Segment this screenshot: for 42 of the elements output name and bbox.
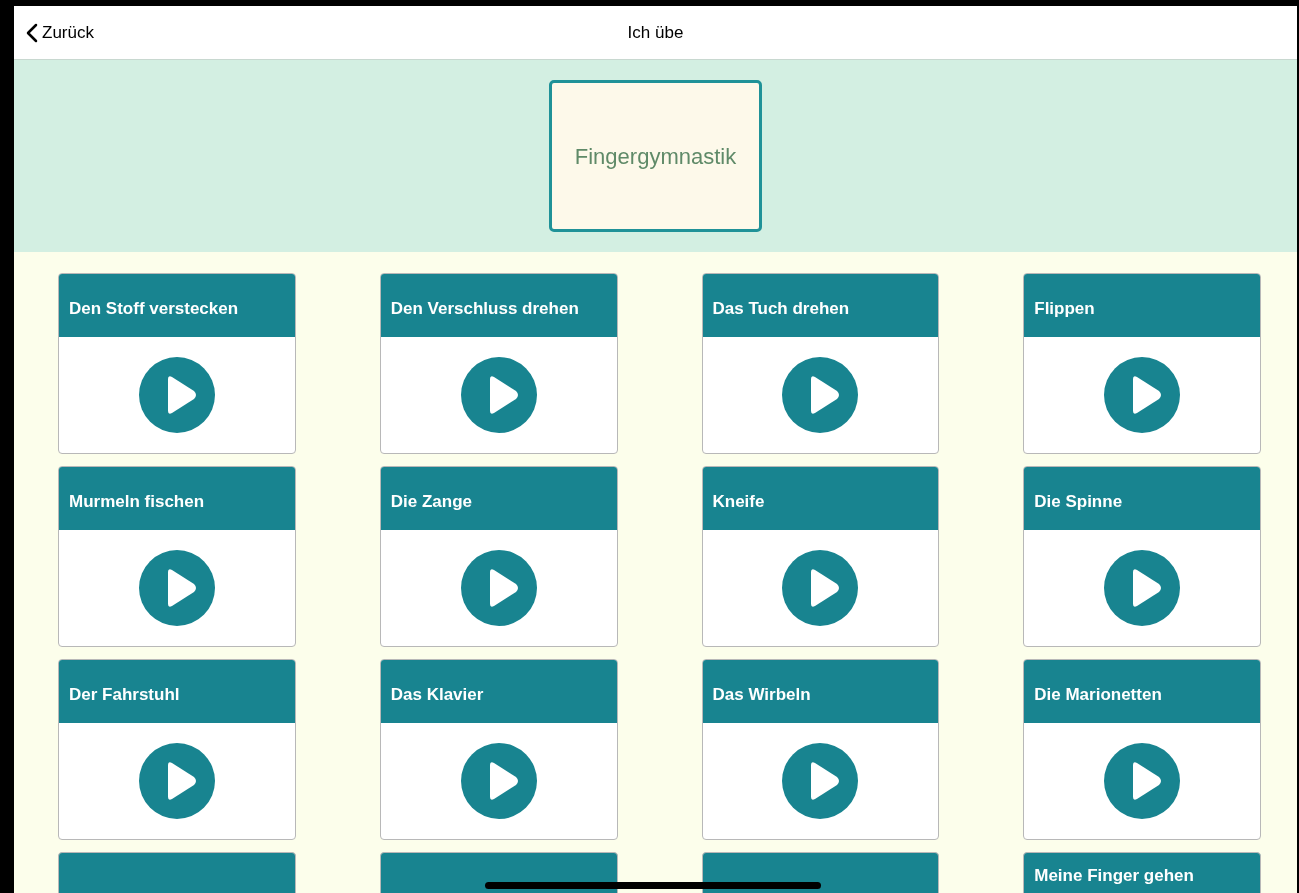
back-button[interactable]: Zurück xyxy=(14,19,94,46)
exercise-card[interactable]: Den Stoff verstecken xyxy=(58,273,296,454)
exercise-title: Den Stoff verstecken xyxy=(69,299,239,318)
exercise-card[interactable]: Das Wirbeln xyxy=(701,659,940,840)
exercise-title: Die Spinne xyxy=(1034,492,1123,511)
chevron-left-icon xyxy=(26,22,38,43)
nav-title: Ich übe xyxy=(627,21,684,44)
exercise-card[interactable]: Den Verschluss drehen xyxy=(379,273,618,454)
exercise-card[interactable]: Das Klavier xyxy=(379,659,618,840)
play-icon[interactable] xyxy=(782,357,859,433)
play-icon[interactable] xyxy=(1104,743,1181,819)
exercise-card[interactable]: Die Spinne xyxy=(1023,466,1261,647)
exercise-title: Murmeln fischen xyxy=(69,492,205,511)
play-icon[interactable] xyxy=(782,743,859,819)
play-icon[interactable] xyxy=(138,743,215,819)
exercise-card[interactable]: Flippen xyxy=(1023,273,1261,454)
exercise-card[interactable]: Kneife xyxy=(701,466,940,647)
exercise-card[interactable]: Das Tuch drehen xyxy=(701,273,940,454)
play-icon[interactable] xyxy=(782,550,859,626)
exercise-card[interactable]: Die Zange xyxy=(379,466,618,647)
exercise-title: Der Fahrstuhl xyxy=(69,685,180,704)
exercise-title: Die Zange xyxy=(390,492,472,511)
exercise-title: Das Tuch drehen xyxy=(712,299,850,318)
exercise-card[interactable]: Murmeln fischen xyxy=(58,466,296,647)
exercise-title: Die Marionetten xyxy=(1034,685,1162,704)
exercise-title: Kneife xyxy=(712,492,765,511)
exercise-title: Das Wirbeln xyxy=(712,685,811,704)
play-icon[interactable] xyxy=(138,357,215,433)
category-card[interactable]: Fingergymnastik xyxy=(549,80,762,232)
exercise-title: Flippen xyxy=(1034,299,1095,318)
exercise-title: Meine Finger gehen xyxy=(1034,866,1194,885)
play-icon[interactable] xyxy=(460,357,537,433)
play-icon[interactable] xyxy=(460,743,537,819)
exercise-card[interactable]: Meine Finger gehen xyxy=(1023,852,1261,893)
play-icon[interactable] xyxy=(460,550,537,626)
play-icon[interactable] xyxy=(1104,357,1181,433)
exercise-title: Den Verschluss drehen xyxy=(390,299,579,318)
play-icon[interactable] xyxy=(1104,550,1181,626)
exercise-title: Das Klavier xyxy=(390,685,484,704)
exercise-card[interactable]: Der Fahrstuhl xyxy=(58,659,296,840)
play-icon[interactable] xyxy=(138,550,215,626)
exercise-card[interactable]: Die Marionetten xyxy=(1023,659,1261,840)
